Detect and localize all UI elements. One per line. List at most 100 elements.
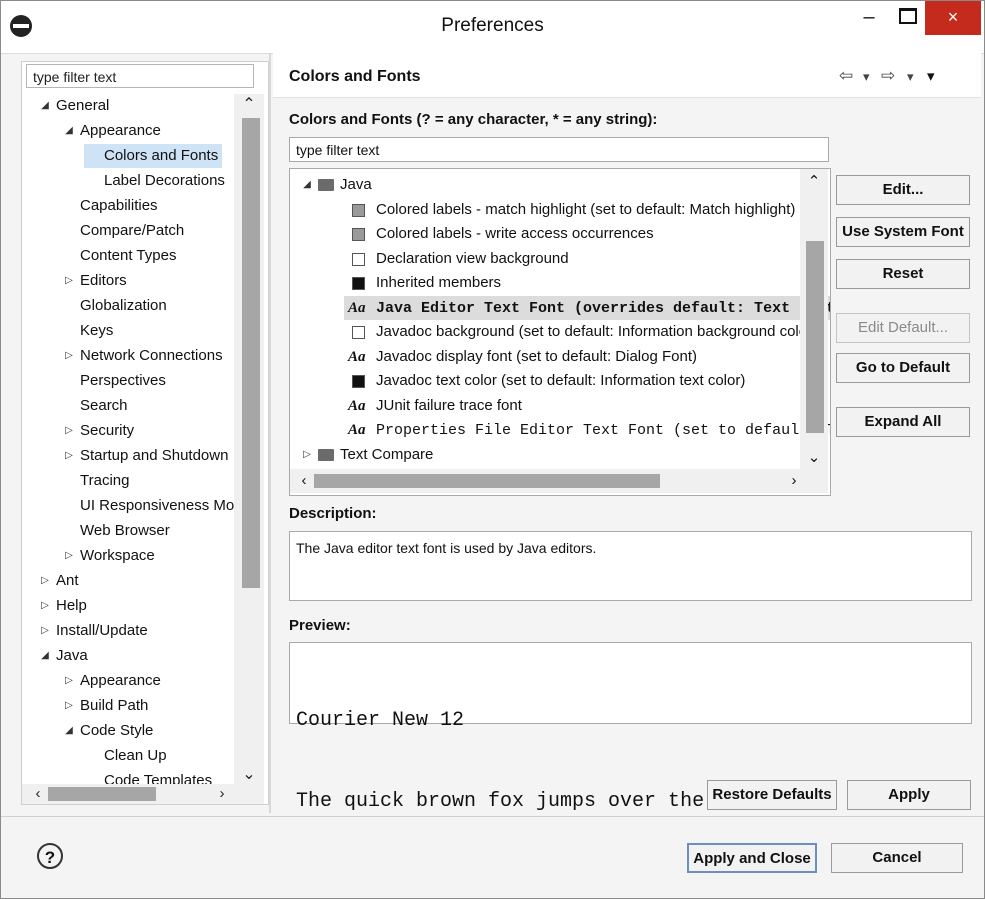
cf-tree-item[interactable]: Declaration view background [344,247,830,271]
nav-tree-item[interactable]: ▷ Editors [60,269,131,293]
nav-horizontal-scrollbar[interactable]: ‹ › [22,784,264,804]
cf-vertical-scrollbar[interactable]: ⌃ ⌄ [800,169,828,469]
forward-arrow-icon[interactable]: ⇨ [881,66,895,86]
help-icon[interactable]: ? [37,843,63,869]
nav-tree-item[interactable]: ▷ Ant [36,569,83,593]
cf-tree-item[interactable]: Aa Java Editor Text Font (overrides defau… [344,295,830,320]
nav-tree-item[interactable]: ▷ Network Connections [60,344,227,368]
use-system-font-button[interactable]: Use System Font [836,217,970,247]
cancel-button[interactable]: Cancel [831,843,963,873]
nav-tree-item[interactable]: Perspectives [60,369,170,393]
nav-vertical-scrollbar[interactable]: ⌃ ⌄ [234,94,264,786]
collapsed-twisty-icon[interactable]: ▷ [62,444,76,468]
collapsed-twisty-icon[interactable]: ▷ [62,269,76,293]
expanded-twisty-icon[interactable]: ◢ [38,94,52,118]
collapsed-twisty-icon[interactable]: ▷ [62,694,76,718]
cf-tree-item[interactable]: Colored labels - match highlight (set to… [344,198,830,222]
nav-tree-item[interactable]: Web Browser [60,519,174,543]
collapsed-twisty-icon[interactable]: ▷ [62,669,76,693]
maximize-button[interactable] [889,1,927,35]
nav-tree-item[interactable]: Globalization [60,294,171,318]
view-menu-icon[interactable]: ▾ [927,67,935,85]
collapsed-twisty-icon[interactable]: ▷ [38,594,52,618]
close-button[interactable]: × [925,1,981,35]
edit-button[interactable]: Edit... [836,175,970,205]
scroll-up-icon[interactable]: ⌃ [800,171,828,193]
cf-tree-item[interactable]: Colored labels - write access occurrence… [344,222,830,246]
preferences-window: Preferences – × type filter text ◢ Genera… [0,0,985,899]
nav-tree-item[interactable]: Tracing [60,469,133,493]
cf-tree-item[interactable]: Inherited members [344,271,830,295]
window-title: Preferences [441,15,544,36]
cf-scroll-thumb[interactable] [806,241,824,433]
nav-tree-item[interactable]: ◢ General [36,94,113,118]
cf-hscroll-thumb[interactable] [314,474,660,488]
scroll-left-icon[interactable]: ‹ [294,469,314,493]
nav-tree-item[interactable]: Compare/Patch [60,219,188,243]
cf-tree-item[interactable]: Javadoc text color (set to default: Info… [344,369,830,393]
minimize-button[interactable]: – [849,1,889,35]
expand-all-button[interactable]: Expand All [836,407,970,437]
restore-defaults-button[interactable]: Restore Defaults [707,780,837,810]
cf-tree-item-label: Javadoc background (set to default: Info… [376,323,818,340]
cf-horizontal-scrollbar[interactable]: ‹ › [290,469,828,493]
nav-tree-item[interactable]: Label Decorations [84,169,229,193]
reset-button[interactable]: Reset [836,259,970,289]
edit-default-button[interactable]: Edit Default... [836,313,970,343]
nav-tree-item[interactable]: ◢ Appearance [60,119,165,143]
collapsed-twisty-icon[interactable]: ▷ [300,443,314,467]
collapsed-twisty-icon[interactable]: ▷ [62,544,76,568]
nav-scroll-thumb[interactable] [242,118,260,588]
nav-tree-item[interactable]: ◢ Code Style [60,719,157,743]
collapsed-twisty-icon[interactable]: ▷ [38,619,52,643]
cf-tree-item[interactable]: ◢ Java [300,173,820,197]
scroll-down-icon[interactable]: ⌄ [800,447,828,469]
back-menu-icon[interactable]: ▾ [863,69,870,85]
expanded-twisty-icon[interactable]: ◢ [62,119,76,143]
nav-tree-item[interactable]: Keys [60,319,117,343]
panel-divider[interactable] [269,53,271,813]
go-to-default-button[interactable]: Go to Default [836,353,970,383]
nav-tree-item[interactable]: ▷ Help [36,594,91,618]
nav-tree-item[interactable]: Capabilities [60,194,162,218]
apply-and-close-button[interactable]: Apply and Close [687,843,817,873]
nav-hscroll-thumb[interactable] [48,787,156,801]
nav-tree-item[interactable]: Search [60,394,132,418]
nav-tree-item[interactable]: Code Templates [84,769,216,784]
scroll-right-icon[interactable]: › [784,469,804,493]
colors-fonts-filter-input[interactable]: type filter text [289,137,829,162]
cf-tree-item[interactable]: Aa JUnit failure trace font [344,394,830,418]
scroll-up-icon[interactable]: ⌃ [234,94,264,116]
cf-tree-item[interactable]: Aa Javadoc display font (set to default: … [344,345,830,369]
scroll-down-icon[interactable]: ⌄ [234,764,264,786]
nav-tree-item[interactable]: ▷ Install/Update [36,619,152,643]
cf-tree-item[interactable]: Javadoc background (set to default: Info… [344,320,830,344]
nav-tree-item[interactable]: ▷ Appearance [60,669,165,693]
collapsed-twisty-icon[interactable]: ▷ [62,344,76,368]
nav-tree-item-label: Label Decorations [104,172,225,189]
nav-tree-item[interactable]: Colors and Fonts [84,144,223,168]
expanded-twisty-icon[interactable]: ◢ [38,644,52,668]
cf-tree-item[interactable]: ▷ Text Compare [300,443,820,467]
collapsed-twisty-icon[interactable]: ▷ [38,569,52,593]
nav-tree-item[interactable]: UI Responsiveness Monitoring [60,494,234,518]
nav-tree-item[interactable]: Content Types [60,244,180,268]
nav-tree-item[interactable]: Clean Up [84,744,171,768]
scroll-left-icon[interactable]: ‹ [28,784,48,804]
font-icon: Aa [348,422,366,438]
nav-tree-item[interactable]: ◢ Java [36,644,92,668]
apply-button[interactable]: Apply [847,780,971,810]
expanded-twisty-icon[interactable]: ◢ [300,173,314,197]
nav-tree-item[interactable]: ▷ Workspace [60,544,159,568]
back-arrow-icon[interactable]: ⇦ [839,66,853,86]
forward-menu-icon[interactable]: ▾ [907,69,914,85]
nav-tree-item[interactable]: ▷ Startup and Shutdown [60,444,232,468]
nav-filter-input[interactable]: type filter text [26,64,254,88]
collapsed-twisty-icon[interactable]: ▷ [62,419,76,443]
nav-tree-item[interactable]: ▷ Build Path [60,694,152,718]
expanded-twisty-icon[interactable]: ◢ [62,719,76,743]
cf-tree-item[interactable]: Aa Properties File Editor Text Font (set … [344,418,830,442]
scroll-right-icon[interactable]: › [212,784,232,804]
nav-tree-item[interactable]: ▷ Security [60,419,138,443]
